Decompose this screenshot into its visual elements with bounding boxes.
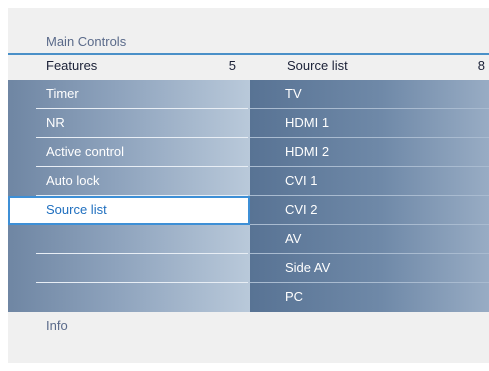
info-label: Info [46,318,68,333]
breadcrumb: Main Controls [46,34,127,49]
menu-item-empty[interactable] [8,225,250,254]
menu-item-source-list[interactable]: Source list [8,196,250,225]
features-menu: Timer NR Active control Auto lock Source… [8,80,250,312]
menu-item-label: Timer [46,86,79,101]
source-item-label: CVI 2 [285,202,318,217]
source-item-label: AV [285,231,302,246]
source-list-count: 8 [477,58,485,73]
source-item-cvi-1[interactable]: CVI 1 [250,167,489,196]
source-item-cvi-2[interactable]: CVI 2 [250,196,489,225]
features-count: 5 [228,58,236,73]
source-list-header: Source list 8 [287,56,485,76]
menu-item-nr[interactable]: NR [8,109,250,138]
source-item-label: HDMI 2 [285,144,330,159]
source-list-menu: TV HDMI 1 HDMI 2 CVI 1 CVI 2 AV Side AV … [250,80,489,312]
menu-item-timer[interactable]: Timer [8,80,250,109]
menu-item-auto-lock[interactable]: Auto lock [8,167,250,196]
source-item-tv[interactable]: TV [250,80,489,109]
source-item-av[interactable]: AV [250,225,489,254]
source-item-label: PC [285,289,304,304]
source-list-header-title: Source list [287,58,348,73]
source-item-side-av[interactable]: Side AV [250,254,489,283]
source-item-hdmi-1[interactable]: HDMI 1 [250,109,489,138]
source-item-pc[interactable]: PC [250,283,489,312]
features-header-title: Features [46,58,98,73]
menu-item-label: Auto lock [46,173,100,188]
source-item-hdmi-2[interactable]: HDMI 2 [250,138,489,167]
menu-item-label: NR [46,115,65,130]
menu-item-label: Source list [46,202,107,217]
menu-item-empty[interactable] [8,283,250,312]
menu-item-label: Active control [46,144,125,159]
source-item-label: HDMI 1 [285,115,330,130]
features-header: Features 5 [46,56,236,76]
menu-item-empty[interactable] [8,254,250,283]
header-divider [8,53,489,55]
source-item-label: TV [285,86,302,101]
menu-item-active-control[interactable]: Active control [8,138,250,167]
source-item-label: Side AV [285,260,331,275]
source-item-label: CVI 1 [285,173,318,188]
